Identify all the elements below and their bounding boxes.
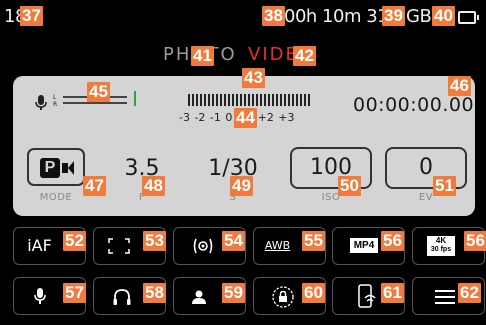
callout-60: 60 xyxy=(302,283,325,303)
callout-44: 44 xyxy=(234,108,257,128)
callout-62: 62 xyxy=(458,283,481,303)
callout-57: 57 xyxy=(63,283,86,303)
focus-field-icon xyxy=(108,238,130,254)
lock-icon xyxy=(272,286,294,308)
callout-42: 42 xyxy=(293,46,316,66)
recording-time: 00h 10m 31s xyxy=(284,6,397,27)
callout-43: 43 xyxy=(242,68,265,88)
callout-39: 39 xyxy=(382,6,405,26)
audio-channels: L R xyxy=(53,94,57,108)
microphone-icon xyxy=(35,95,47,110)
audio-peak-marker xyxy=(134,91,136,106)
callout-48: 48 xyxy=(142,176,165,196)
callout-59: 59 xyxy=(222,283,245,303)
callout-45: 45 xyxy=(87,82,110,102)
callout-58: 58 xyxy=(143,283,166,303)
callout-51: 51 xyxy=(433,176,456,196)
menu-icon xyxy=(435,290,455,304)
exposure-mode-button[interactable]: P xyxy=(27,148,85,186)
program-mode-icon: P xyxy=(40,158,60,178)
channel-right-label: R xyxy=(53,101,58,108)
audio-vu-meter xyxy=(188,94,312,106)
callout-46: 46 xyxy=(448,76,471,96)
resolution-label: 4K xyxy=(435,236,447,245)
resolution-icon: 4K 30 fps xyxy=(427,236,455,256)
status-bar: 18: 37 38 00h 10m 31s 39 GB 40 xyxy=(0,0,486,40)
callout-41: 41 xyxy=(191,46,214,66)
fps-label: 30 fps xyxy=(430,246,452,253)
microphone-icon xyxy=(34,288,46,304)
callout-53: 53 xyxy=(143,231,166,251)
headphones-icon xyxy=(113,289,131,305)
callout-52: 52 xyxy=(63,231,86,251)
callout-50: 50 xyxy=(338,176,361,196)
callout-49: 49 xyxy=(230,176,253,196)
phone-wireless-icon xyxy=(358,284,376,308)
video-camera-icon xyxy=(62,161,74,175)
channel-left-label: L xyxy=(53,94,57,101)
callout-47: 47 xyxy=(83,176,106,196)
callout-38: 38 xyxy=(262,6,285,26)
metering-icon xyxy=(193,238,213,254)
storage-unit: GB xyxy=(406,6,432,27)
battery-icon xyxy=(458,11,479,24)
callout-61: 61 xyxy=(381,283,404,303)
mp4-format-icon: MP4 xyxy=(350,238,378,253)
timecode: 00:00:00.00 xyxy=(353,94,475,116)
callout-56a: 56 xyxy=(381,231,404,251)
callout-56b: 56 xyxy=(464,231,486,251)
audio-level-right xyxy=(63,102,127,104)
callout-55: 55 xyxy=(302,231,325,251)
person-icon xyxy=(192,290,206,304)
callout-40: 40 xyxy=(432,6,455,26)
callout-37: 37 xyxy=(20,6,43,26)
info-panel: L R 45 43 -3 -2 -1 0 +1 +2 +3 44 00:00:0… xyxy=(13,68,475,216)
mode-label: MODE xyxy=(39,192,73,203)
